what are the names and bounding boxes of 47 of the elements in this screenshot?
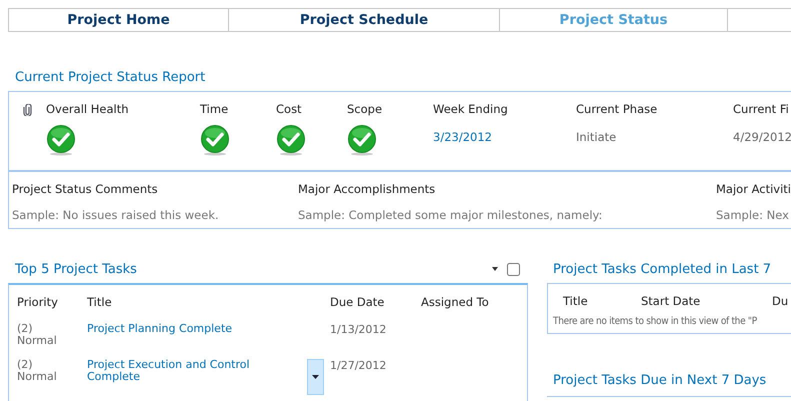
indicator-label: Overall Health — [46, 102, 130, 116]
column-header: Du — [772, 294, 790, 308]
column-header: Priority — [17, 295, 59, 311]
due-date-cell-text: 1/27/2012 — [330, 359, 388, 372]
indicator-label: Scope — [347, 102, 384, 116]
indicator-value: 4/29/2012 — [733, 130, 791, 144]
section-title: Current Project Status Report — [15, 70, 206, 85]
paperclip-icon — [23, 104, 32, 116]
comment-text: Sample: Nex — [716, 208, 790, 222]
panel-title: Project Tasks Completed in Last 7 — [553, 262, 772, 276]
comment-label: Major Accomplishments — [298, 182, 436, 196]
indicator-label: Current Phase — [576, 102, 658, 116]
check-icon — [347, 125, 377, 156]
check-icon — [276, 125, 306, 156]
column-header: Title — [87, 295, 113, 311]
comment-label: Project Status Comments — [12, 182, 159, 196]
date-link[interactable]: 3/23/2012 — [433, 130, 576, 144]
panel-title: Project Tasks Due in Next 7 Days — [553, 372, 766, 388]
comment-text: Sample: No issues raised this week. — [12, 208, 220, 222]
column-header: Assigned To — [421, 295, 490, 311]
indicator-value: Initiate — [576, 130, 618, 144]
item-menu-button[interactable] — [307, 359, 324, 395]
priority-cell-text: (2) Normal — [17, 359, 58, 383]
column-header: Start Date — [641, 294, 702, 308]
select-checkbox[interactable] — [507, 262, 520, 276]
indicator-label: Time — [200, 102, 230, 116]
caret-icon[interactable] — [492, 267, 498, 271]
indicator-label: Current Fi — [733, 102, 790, 116]
check-icon — [200, 125, 230, 156]
task-row[interactable]: (2) Normal Project Execution and Control Complete 1/27/2012 — [9, 359, 527, 395]
empty-message: There are no items to show in this view of the "P — [552, 315, 758, 327]
due-date-cell-text: 1/13/2012 — [330, 323, 388, 336]
nav-tab[interactable]: Project Schedule — [229, 9, 500, 31]
nav-tab[interactable]: Project Home — [9, 9, 229, 31]
comment-text: Sample: Completed some major milestones, namely: — [298, 208, 604, 222]
comment-label: Major Activiti — [716, 182, 791, 196]
column-header: Due Date — [330, 295, 386, 311]
caret-icon — [312, 375, 319, 379]
column-header: Title — [563, 294, 589, 308]
task-link[interactable]: Project Planning Complete — [87, 323, 303, 335]
panel-title: Top 5 Project Tasks — [15, 262, 137, 276]
indicator-label: Week Ending — [433, 102, 509, 116]
task-row[interactable]: (2) Normal Project Planning Complete 1/13/2012 — [9, 323, 527, 359]
task-link[interactable]: Project Execution and Control Complete — [87, 359, 303, 383]
check-icon — [46, 125, 76, 156]
priority-cell-text: (2) Normal — [17, 323, 58, 347]
indicator-label: Cost — [276, 102, 303, 116]
